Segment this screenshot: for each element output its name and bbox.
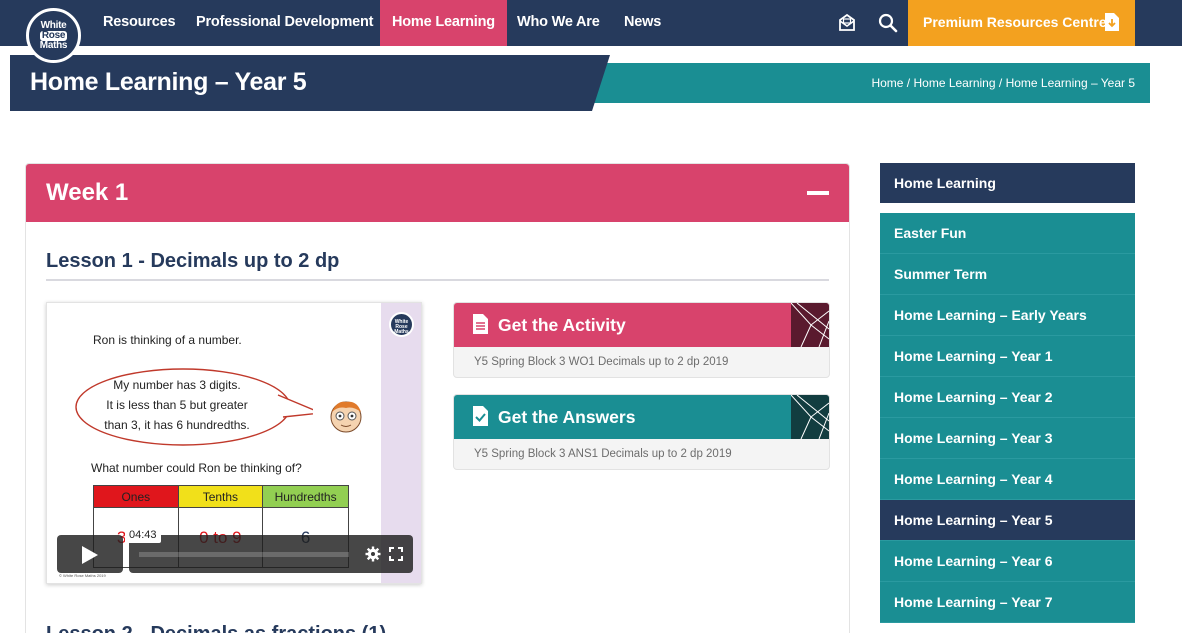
- answers-file-name[interactable]: Y5 Spring Block 3 ANS1 Decimals up to 2 …: [474, 448, 732, 460]
- sidebar-item-year-7[interactable]: Home Learning – Year 7: [880, 582, 1135, 623]
- mail-icon[interactable]: [836, 12, 858, 34]
- week-header[interactable]: Week 1: [26, 164, 849, 222]
- nav-news[interactable]: News: [612, 0, 673, 46]
- breadcrumb: Home / Home Learning / Home Learning – Y…: [871, 76, 1135, 90]
- breadcrumb-home-learning[interactable]: Home Learning: [913, 76, 995, 90]
- nav-home-learning[interactable]: Home Learning: [380, 0, 507, 46]
- activity-card[interactable]: Get the Activity Y5 Spring Block 3 WO1 D…: [453, 302, 830, 378]
- speech-line: than 3, it has 6 hundredths.: [104, 418, 250, 432]
- geometric-decoration: [791, 395, 829, 439]
- fullscreen-icon[interactable]: [389, 547, 403, 566]
- video-progress-bar[interactable]: [139, 552, 349, 557]
- slide-question: Ron is thinking of a number.: [93, 333, 242, 347]
- sidebar-item-year-2[interactable]: Home Learning – Year 2: [880, 377, 1135, 418]
- character-face-icon: [330, 401, 362, 433]
- speech-text: My number has 3 digits. It is less than …: [77, 375, 277, 435]
- slide-logo: White Rose Maths: [389, 312, 414, 337]
- sidebar-list: Easter Fun Summer Term Home Learning – E…: [880, 213, 1135, 623]
- logo-line-3: Maths: [39, 39, 68, 51]
- column-ones: Ones: [93, 485, 179, 508]
- checked-document-icon: [473, 406, 488, 426]
- sidebar-item-year-6[interactable]: Home Learning – Year 6: [880, 541, 1135, 582]
- title-band: Home Learning – Year 5: [10, 55, 610, 111]
- activity-card-title: Get the Activity: [498, 315, 626, 335]
- column-hundredths: Hundredths: [262, 485, 349, 508]
- collapse-icon[interactable]: [807, 191, 829, 195]
- sidebar-item-year-1[interactable]: Home Learning – Year 1: [880, 336, 1135, 377]
- geometric-decoration: [791, 303, 829, 347]
- breadcrumb-separator: /: [903, 76, 914, 90]
- sidebar-item-year-5[interactable]: Home Learning – Year 5: [880, 500, 1135, 541]
- sidebar-item-year-3[interactable]: Home Learning – Year 3: [880, 418, 1135, 459]
- sidebar-item-early-years[interactable]: Home Learning – Early Years: [880, 295, 1135, 336]
- lesson-video[interactable]: White Rose Maths Ron is thinking of a nu…: [46, 302, 422, 584]
- slide-prompt: What number could Ron be thinking of?: [91, 461, 302, 475]
- nav-professional-development[interactable]: Professional Development: [184, 0, 385, 46]
- lesson-title: Lesson 1 - Decimals up to 2 dp: [46, 250, 340, 272]
- download-icon: [1105, 13, 1119, 31]
- breadcrumb-current: Home Learning – Year 5: [1005, 76, 1135, 90]
- document-icon: [473, 314, 488, 334]
- nav-resources[interactable]: Resources: [91, 0, 187, 46]
- top-navigation: Resources Professional Development Home …: [0, 0, 1182, 46]
- week-title: Week 1: [46, 179, 129, 206]
- lesson-divider: [46, 279, 829, 281]
- video-controls: 04:43: [57, 527, 413, 573]
- video-timestamp: 04:43: [125, 527, 161, 543]
- slide-copyright: © White Rose Maths 2019: [59, 573, 106, 578]
- answers-card[interactable]: Get the Answers Y5 Spring Block 3 ANS1 D…: [453, 394, 830, 470]
- sidebar-item-easter-fun[interactable]: Easter Fun: [880, 213, 1135, 254]
- logo-line-1: White: [40, 19, 67, 31]
- play-icon: [82, 546, 98, 564]
- settings-gear-icon[interactable]: [365, 546, 381, 567]
- breadcrumb-band: Home / Home Learning / Home Learning – Y…: [590, 63, 1150, 103]
- activity-file-name[interactable]: Y5 Spring Block 3 WO1 Decimals up to 2 d…: [474, 356, 728, 368]
- premium-label: Premium Resources Centre: [923, 14, 1107, 30]
- activity-card-header[interactable]: Get the Activity: [454, 303, 829, 347]
- white-rose-maths-logo[interactable]: White Rose Maths: [26, 8, 81, 63]
- sidebar-heading[interactable]: Home Learning: [880, 163, 1135, 203]
- nav-who-we-are[interactable]: Who We Are: [505, 0, 612, 46]
- logo-line-2: Rose: [39, 29, 68, 41]
- answers-card-header[interactable]: Get the Answers: [454, 395, 829, 439]
- lesson-title: Lesson 2 - Decimals as fractions (1): [46, 623, 386, 633]
- speech-line: It is less than 5 but greater: [106, 398, 248, 412]
- speech-line: My number has 3 digits.: [113, 378, 241, 392]
- play-button[interactable]: [57, 535, 123, 573]
- column-tenths: Tenths: [177, 485, 264, 508]
- sidebar-item-year-4[interactable]: Home Learning – Year 4: [880, 459, 1135, 500]
- answers-card-title: Get the Answers: [498, 407, 636, 427]
- search-icon[interactable]: [877, 12, 899, 34]
- page-title: Home Learning – Year 5: [30, 68, 307, 96]
- sidebar-item-summer-term[interactable]: Summer Term: [880, 254, 1135, 295]
- premium-resources-button[interactable]: Premium Resources Centre: [908, 0, 1135, 46]
- breadcrumb-home[interactable]: Home: [871, 76, 903, 90]
- breadcrumb-separator: /: [995, 76, 1006, 90]
- video-control-bar: [129, 535, 413, 573]
- week-panel: Week 1 Lesson 1 - Decimals up to 2 dp Wh…: [25, 163, 850, 633]
